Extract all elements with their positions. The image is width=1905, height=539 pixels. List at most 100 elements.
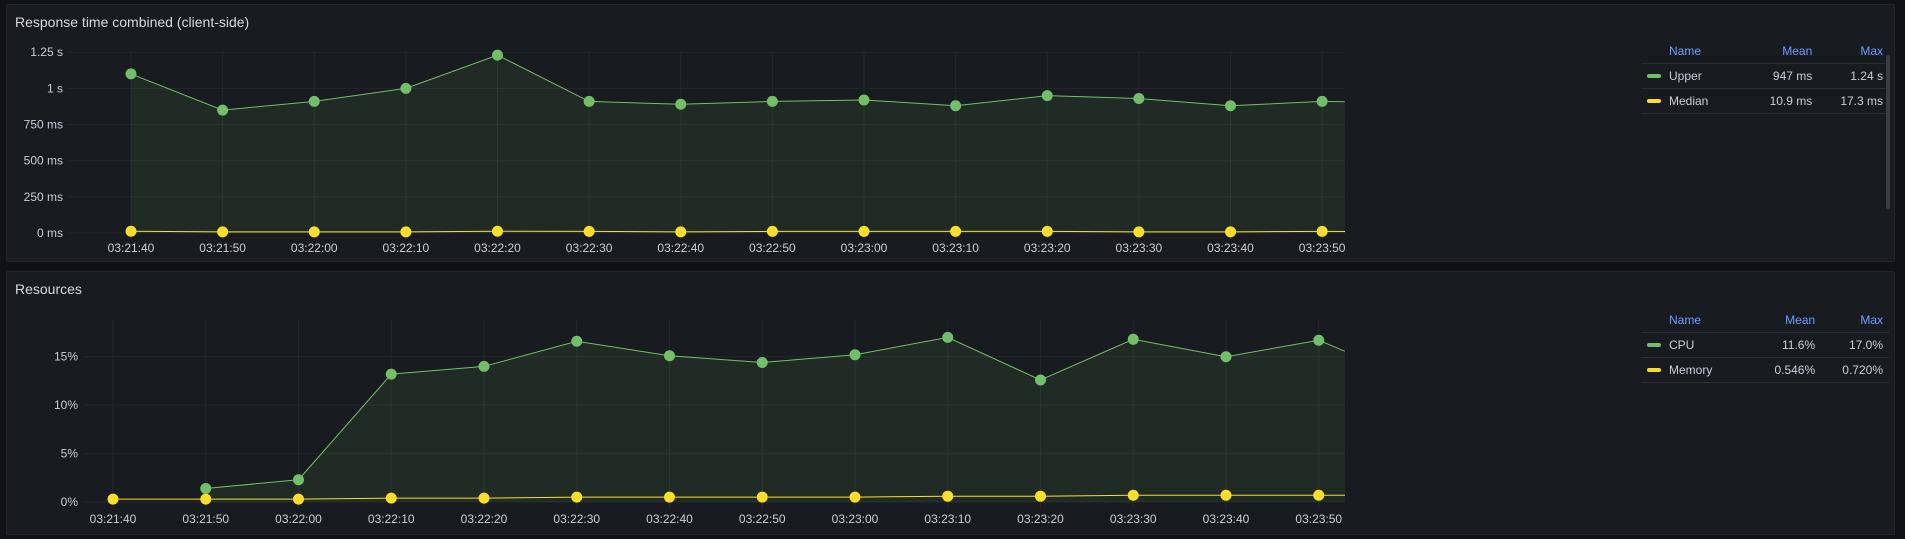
resources-chart[interactable]: 0% 5% 10% 15% 03:21:40 03:21:50 03:22:00 03:22:… <box>7 272 1345 536</box>
data-point-upper <box>950 100 962 112</box>
data-point-memory <box>200 493 212 505</box>
data-point-median <box>400 226 412 238</box>
data-point-median <box>1316 225 1328 237</box>
legend-row-median[interactable]: Median 10.9 ms 17.3 ms <box>1641 88 1889 114</box>
data-point-upper <box>1225 100 1236 112</box>
legend: Name Mean Max CPU 11.6% 17.0% Memory 0.5… <box>1641 308 1889 383</box>
x-tick-label: 03:22:30 <box>566 241 613 255</box>
x-tick-label: 03:23:10 <box>932 241 979 255</box>
data-point-memory <box>1035 490 1046 502</box>
data-point-memory <box>942 490 954 502</box>
data-point-median <box>217 226 229 238</box>
data-point-cpu <box>293 474 304 486</box>
data-point-median <box>583 225 595 237</box>
legend-max: 17.3 ms <box>1818 88 1889 114</box>
data-point-cpu <box>200 482 212 494</box>
legend-row-upper[interactable]: Upper 947 ms 1.24 s <box>1641 63 1889 89</box>
data-point-cpu <box>1127 333 1139 345</box>
series-color-swatch <box>1647 367 1661 372</box>
data-point-memory <box>478 492 490 504</box>
x-tick-label: 03:22:50 <box>739 512 786 526</box>
data-point-upper <box>125 68 137 80</box>
data-point-cpu <box>571 335 583 347</box>
y-tick-label: 0% <box>61 495 79 509</box>
y-tick-label: 5% <box>61 447 79 461</box>
x-tick-label: 03:21:50 <box>199 241 246 255</box>
x-tick-label: 03:21:40 <box>108 241 155 255</box>
x-tick-label: 03:21:50 <box>182 512 229 526</box>
x-tick-label: 03:22:10 <box>368 512 415 526</box>
response-time-panel: Response time combined (client-side) 0 m… <box>6 4 1895 262</box>
data-point-upper <box>583 95 595 107</box>
data-point-median <box>308 226 320 238</box>
data-point-upper <box>675 98 687 110</box>
data-point-cpu <box>1313 334 1325 346</box>
legend-header-max[interactable]: Max <box>1821 308 1889 333</box>
legend: Name Mean Max Upper 947 ms 1.24 s Median… <box>1641 39 1889 114</box>
legend-series-name: CPU <box>1669 338 1695 352</box>
x-tick-label: 03:22:40 <box>657 241 704 255</box>
data-point-median <box>492 225 503 237</box>
data-point-upper <box>492 49 503 61</box>
y-tick-label: 15% <box>54 350 78 364</box>
data-point-upper <box>1133 93 1145 105</box>
x-tick-label: 03:22:50 <box>749 241 796 255</box>
y-tick-label: 250 ms <box>24 190 63 204</box>
legend-series-name: Memory <box>1669 363 1713 377</box>
data-point-median <box>858 225 870 237</box>
data-point-cpu <box>942 331 954 343</box>
x-tick-label: 03:23:40 <box>1207 241 1254 255</box>
legend-header-mean[interactable]: Mean <box>1747 39 1819 64</box>
data-point-median <box>675 226 687 238</box>
data-point-memory <box>107 493 119 505</box>
data-point-median <box>1225 226 1236 238</box>
data-point-upper <box>308 95 320 107</box>
x-tick-label: 03:23:30 <box>1110 512 1157 526</box>
data-point-cpu <box>849 349 861 361</box>
y-tick-label: 1.25 s <box>30 45 63 59</box>
x-tick-label: 03:22:10 <box>383 241 430 255</box>
x-tick-label: 03:21:40 <box>90 512 137 526</box>
data-point-cpu <box>478 360 490 372</box>
data-point-median <box>125 225 137 237</box>
legend-max: 1.24 s <box>1818 63 1889 89</box>
data-point-cpu <box>1035 374 1046 386</box>
legend-scrollbar[interactable] <box>1886 55 1890 209</box>
x-tick-label: 03:22:20 <box>474 241 521 255</box>
data-point-upper <box>766 95 778 107</box>
data-point-median <box>1041 225 1053 237</box>
resources-panel: Resources 0% 5% 10% 15% 03:21:40 03:21:50 03:2… <box>6 271 1895 535</box>
response-time-chart[interactable]: 0 ms 250 ms 500 ms 750 ms 1 s 1.25 s 03:21:40 0… <box>7 5 1345 263</box>
series-color-swatch <box>1647 342 1661 347</box>
x-tick-label: 03:22:20 <box>461 512 508 526</box>
x-tick-label: 03:23:50 <box>1299 241 1345 255</box>
legend-row-cpu[interactable]: CPU 11.6% 17.0% <box>1641 332 1889 358</box>
legend-mean: 0.546% <box>1753 357 1822 383</box>
legend-header-max[interactable]: Max <box>1818 39 1889 64</box>
legend-row-memory[interactable]: Memory 0.546% 0.720% <box>1641 357 1889 383</box>
data-point-memory <box>664 491 675 503</box>
legend-header-name[interactable]: Name <box>1641 39 1748 64</box>
y-tick-label: 1 s <box>47 81 63 95</box>
data-point-median <box>950 225 962 237</box>
data-point-memory <box>1220 489 1232 501</box>
series-area-cpu <box>205 337 1345 502</box>
x-tick-label: 03:23:10 <box>924 512 971 526</box>
data-point-memory <box>1313 489 1325 501</box>
y-tick-label: 10% <box>54 398 78 412</box>
x-tick-label: 03:22:00 <box>275 512 322 526</box>
data-point-memory <box>1127 489 1139 501</box>
legend-header-mean[interactable]: Mean <box>1753 308 1822 333</box>
data-point-upper <box>400 82 412 94</box>
data-point-upper <box>217 104 229 116</box>
legend-series-name: Median <box>1669 94 1709 108</box>
x-tick-label: 03:23:20 <box>1017 512 1064 526</box>
legend-header-name[interactable]: Name <box>1641 308 1754 333</box>
legend-max: 17.0% <box>1821 332 1889 358</box>
legend-mean: 10.9 ms <box>1747 88 1819 114</box>
series-area-upper <box>131 55 1345 233</box>
data-point-memory <box>293 493 304 505</box>
data-point-cpu <box>1220 351 1232 363</box>
legend-max: 0.720% <box>1821 357 1889 383</box>
x-tick-label: 03:23:00 <box>832 512 879 526</box>
